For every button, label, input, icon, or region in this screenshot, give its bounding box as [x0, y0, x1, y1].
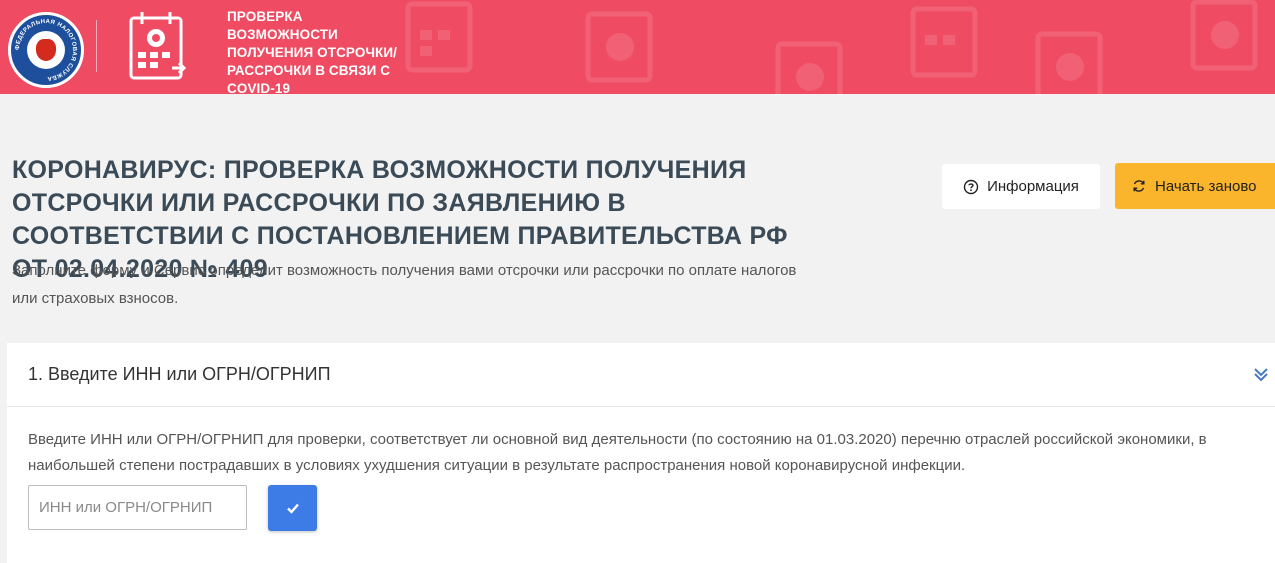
restart-button-label: Начать заново: [1155, 177, 1257, 195]
refresh-icon: [1133, 180, 1145, 192]
step-1-header[interactable]: 1. Введите ИНН или ОГРН/ОГРНИП: [7, 343, 1275, 407]
question-circle-icon: [963, 179, 979, 194]
emblem-center: [27, 31, 65, 69]
eagle-icon: [36, 39, 56, 61]
step-1-title: 1. Введите ИНН или ОГРН/ОГРНИП: [28, 364, 331, 384]
chevron-down-icon[interactable]: [1252, 365, 1270, 383]
checkmark-icon: [286, 503, 299, 514]
submit-check-button[interactable]: [268, 485, 317, 531]
step-1-card: 1. Введите ИНН или ОГРН/ОГРНИП Введите И…: [7, 343, 1275, 563]
decor-calendar-icon: [775, 41, 843, 94]
header-title: ПРОВЕРКА ВОЗМОЖНОСТИ ПОЛУЧЕНИЯ ОТСРОЧКИ/…: [227, 9, 398, 94]
calendar-virus-icon: [129, 12, 187, 80]
decor-calendar-icon: [1035, 31, 1103, 94]
info-button-label: Информация: [987, 178, 1079, 195]
page-header: ФЕДЕРАЛЬНАЯ НАЛОГОВАЯ СЛУЖБА ПРОВЕРКА ВО…: [0, 0, 1275, 94]
info-button[interactable]: Информация: [942, 164, 1100, 209]
header-divider: [96, 20, 97, 72]
page-subtitle: Заполните форму и Сервис определит возмо…: [12, 262, 797, 307]
decor-calendar-icon: [910, 6, 978, 78]
inn-ogrn-input[interactable]: [28, 485, 247, 530]
fns-emblem[interactable]: ФЕДЕРАЛЬНАЯ НАЛОГОВАЯ СЛУЖБА: [8, 12, 84, 88]
restart-button[interactable]: Начать заново: [1115, 163, 1275, 209]
decor-calendar-icon: [585, 11, 653, 83]
step-1-description: Введите ИНН или ОГРН/ОГРНИП для проверки…: [28, 431, 1207, 474]
decor-calendar-icon: [1190, 0, 1258, 71]
